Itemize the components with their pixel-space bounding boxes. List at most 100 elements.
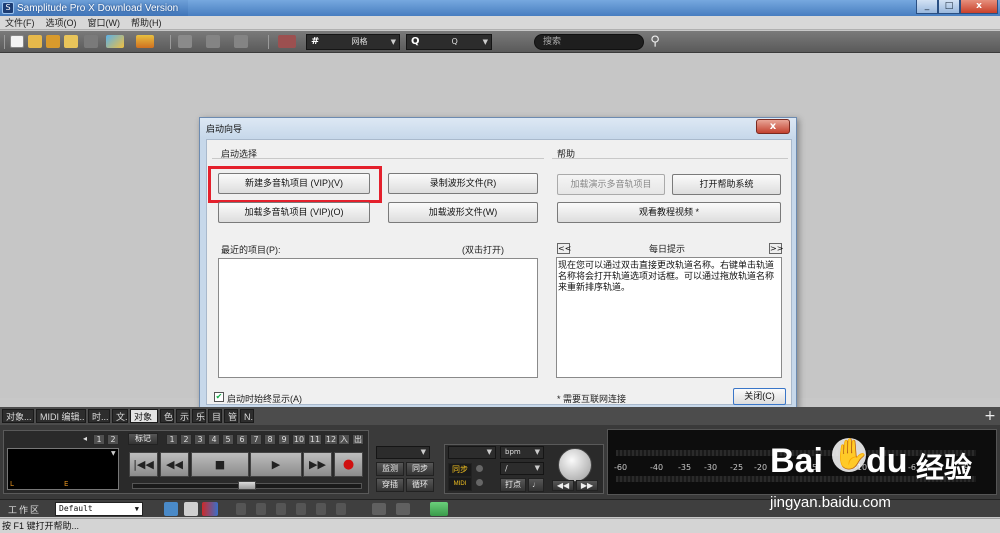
jog-wheel[interactable] xyxy=(558,448,592,482)
quantize-combo[interactable]: Q Q ▼ xyxy=(406,34,492,50)
tool-icon[interactable] xyxy=(316,503,326,515)
grid-view-icon[interactable] xyxy=(164,502,178,516)
out-point-button[interactable]: 出 xyxy=(352,434,364,445)
tab-directory[interactable]: 目... xyxy=(208,409,222,423)
jog-right-button[interactable]: ▶▶ xyxy=(576,480,598,491)
tip-prev-button[interactable]: << xyxy=(557,243,571,254)
waveform-tool-icon[interactable] xyxy=(106,35,124,48)
sync-indicator[interactable]: 同步 xyxy=(448,463,472,477)
record-wave-button[interactable]: 录制波形文件(R) xyxy=(388,173,538,194)
marker-slot[interactable]: 9 xyxy=(278,434,290,445)
sync-source-combo[interactable]: ▼ xyxy=(448,446,496,459)
marker-slot[interactable]: 4 xyxy=(208,434,220,445)
tool-icon[interactable] xyxy=(336,503,346,515)
marker-slot[interactable]: 2 xyxy=(180,434,192,445)
watch-tutorial-button[interactable]: 观看教程视频 * xyxy=(557,202,781,223)
close-window-button[interactable]: x xyxy=(960,0,998,14)
marker-slot[interactable]: 11 xyxy=(308,434,322,445)
sync-button[interactable]: 同步 xyxy=(406,462,434,476)
minimize-button[interactable]: _ xyxy=(916,0,938,14)
time-signature-combo[interactable]: / ▼ xyxy=(500,462,544,475)
menu-file[interactable]: 文件(F) xyxy=(0,16,41,29)
marker-slot[interactable]: 10 xyxy=(292,434,306,445)
show-on-start-checkbox[interactable]: ✔ xyxy=(214,392,224,402)
rewind-to-start-button[interactable]: |◀◀ xyxy=(129,452,158,477)
save-all-icon[interactable] xyxy=(64,35,78,48)
marker-slot[interactable]: 12 xyxy=(324,434,338,445)
dialog-close-button[interactable]: x xyxy=(756,119,790,134)
properties-icon[interactable] xyxy=(84,35,98,48)
play-button[interactable]: ▶ xyxy=(250,452,302,477)
punch-button[interactable]: 穿插 xyxy=(376,478,404,492)
open-help-button[interactable]: 打开帮助系统 xyxy=(672,174,781,195)
record-view-icon[interactable] xyxy=(202,502,218,516)
marker-label[interactable]: 标记 xyxy=(128,433,158,445)
tab-manager[interactable]: 管... xyxy=(224,409,238,423)
click-settings-icon[interactable]: ♩ xyxy=(528,478,544,492)
rewind-button[interactable]: ◀◀ xyxy=(160,452,189,477)
load-wave-button[interactable]: 加载波形文件(W) xyxy=(388,202,538,223)
stop-button[interactable]: ■ xyxy=(191,452,249,477)
jog-left-button[interactable]: ◀◀ xyxy=(552,480,574,491)
tip-next-button[interactable]: >> xyxy=(769,243,783,254)
snap-icon[interactable] xyxy=(396,503,410,515)
grid-combo[interactable]: # 网格 ▼ xyxy=(306,34,400,50)
new-file-icon[interactable] xyxy=(10,35,24,48)
tab-time[interactable]: 时... xyxy=(88,409,110,423)
tool-icon[interactable] xyxy=(296,503,306,515)
tab-n[interactable]: N... xyxy=(240,409,254,423)
tool-icon[interactable] xyxy=(256,503,266,515)
recent-projects-list[interactable] xyxy=(218,258,538,378)
marker-slot[interactable]: 6 xyxy=(236,434,248,445)
monitor-button[interactable]: 监测 xyxy=(376,462,404,476)
tab-object-active[interactable]: 对象 xyxy=(130,409,158,423)
workspace-combo[interactable]: Default ▼ xyxy=(55,502,143,516)
click-button[interactable]: 打点 xyxy=(500,478,526,492)
tab-color[interactable]: 色... xyxy=(160,409,174,423)
monitor-combo[interactable]: ▼ xyxy=(376,446,430,459)
save-icon[interactable] xyxy=(46,35,60,48)
menu-window[interactable]: 窗口(W) xyxy=(83,16,127,29)
tab-objects[interactable]: 对象... xyxy=(2,409,34,423)
waveform-icon[interactable] xyxy=(430,502,448,516)
menu-options[interactable]: 选项(O) xyxy=(41,16,83,29)
tool-icon[interactable] xyxy=(236,503,246,515)
volume-tool-icon[interactable] xyxy=(136,35,154,48)
marker-slot[interactable]: 1 xyxy=(166,434,178,445)
tab-show[interactable]: 示... xyxy=(176,409,190,423)
tool-icon[interactable] xyxy=(276,503,286,515)
load-multitrack-button[interactable]: 加载多音轨项目 (VIP)(O) xyxy=(218,202,370,223)
load-demo-button[interactable]: 加载演示多音轨项目 xyxy=(557,174,665,195)
in-point-button[interactable]: 入 xyxy=(338,434,350,445)
loop-button[interactable]: 循环 xyxy=(406,478,434,492)
search-input[interactable]: 搜索 xyxy=(534,34,644,50)
fast-forward-button[interactable]: ▶▶ xyxy=(303,452,332,477)
dialog-close-action-button[interactable]: 关闭(C) xyxy=(733,388,786,405)
tab-file[interactable]: 文... xyxy=(112,409,128,423)
marker-slot[interactable]: 5 xyxy=(222,434,234,445)
marker-number[interactable]: 1 xyxy=(93,434,105,445)
mixer-view-icon[interactable] xyxy=(184,502,198,516)
marker-slot[interactable]: 7 xyxy=(250,434,262,445)
loop-icon[interactable] xyxy=(278,35,296,48)
maximize-button[interactable]: □ xyxy=(938,0,960,14)
redo-icon[interactable] xyxy=(234,35,248,48)
marker-number[interactable]: 2 xyxy=(107,434,119,445)
snap-icon[interactable] xyxy=(372,503,386,515)
tab-midi-editor[interactable]: MIDI 编辑... xyxy=(36,409,86,423)
undo-icon[interactable] xyxy=(206,35,220,48)
menu-help[interactable]: 帮助(H) xyxy=(126,16,168,29)
display-menu-icon[interactable]: ▼ xyxy=(111,450,116,457)
position-slider-thumb[interactable] xyxy=(238,481,256,490)
tab-music[interactable]: 乐... xyxy=(192,409,206,423)
open-folder-icon[interactable] xyxy=(28,35,42,48)
bpm-combo[interactable]: bpm ▼ xyxy=(500,446,544,459)
record-button[interactable]: ● xyxy=(334,452,363,477)
scroll-left-arrow[interactable]: ◂ xyxy=(79,434,91,445)
midi-indicator[interactable]: MIDI xyxy=(448,477,472,491)
marker-slot[interactable]: 8 xyxy=(264,434,276,445)
add-tab-icon[interactable]: + xyxy=(982,408,998,424)
cut-icon[interactable] xyxy=(178,35,192,48)
marker-slot[interactable]: 3 xyxy=(194,434,206,445)
search-icon[interactable]: ⚲ xyxy=(646,33,664,51)
